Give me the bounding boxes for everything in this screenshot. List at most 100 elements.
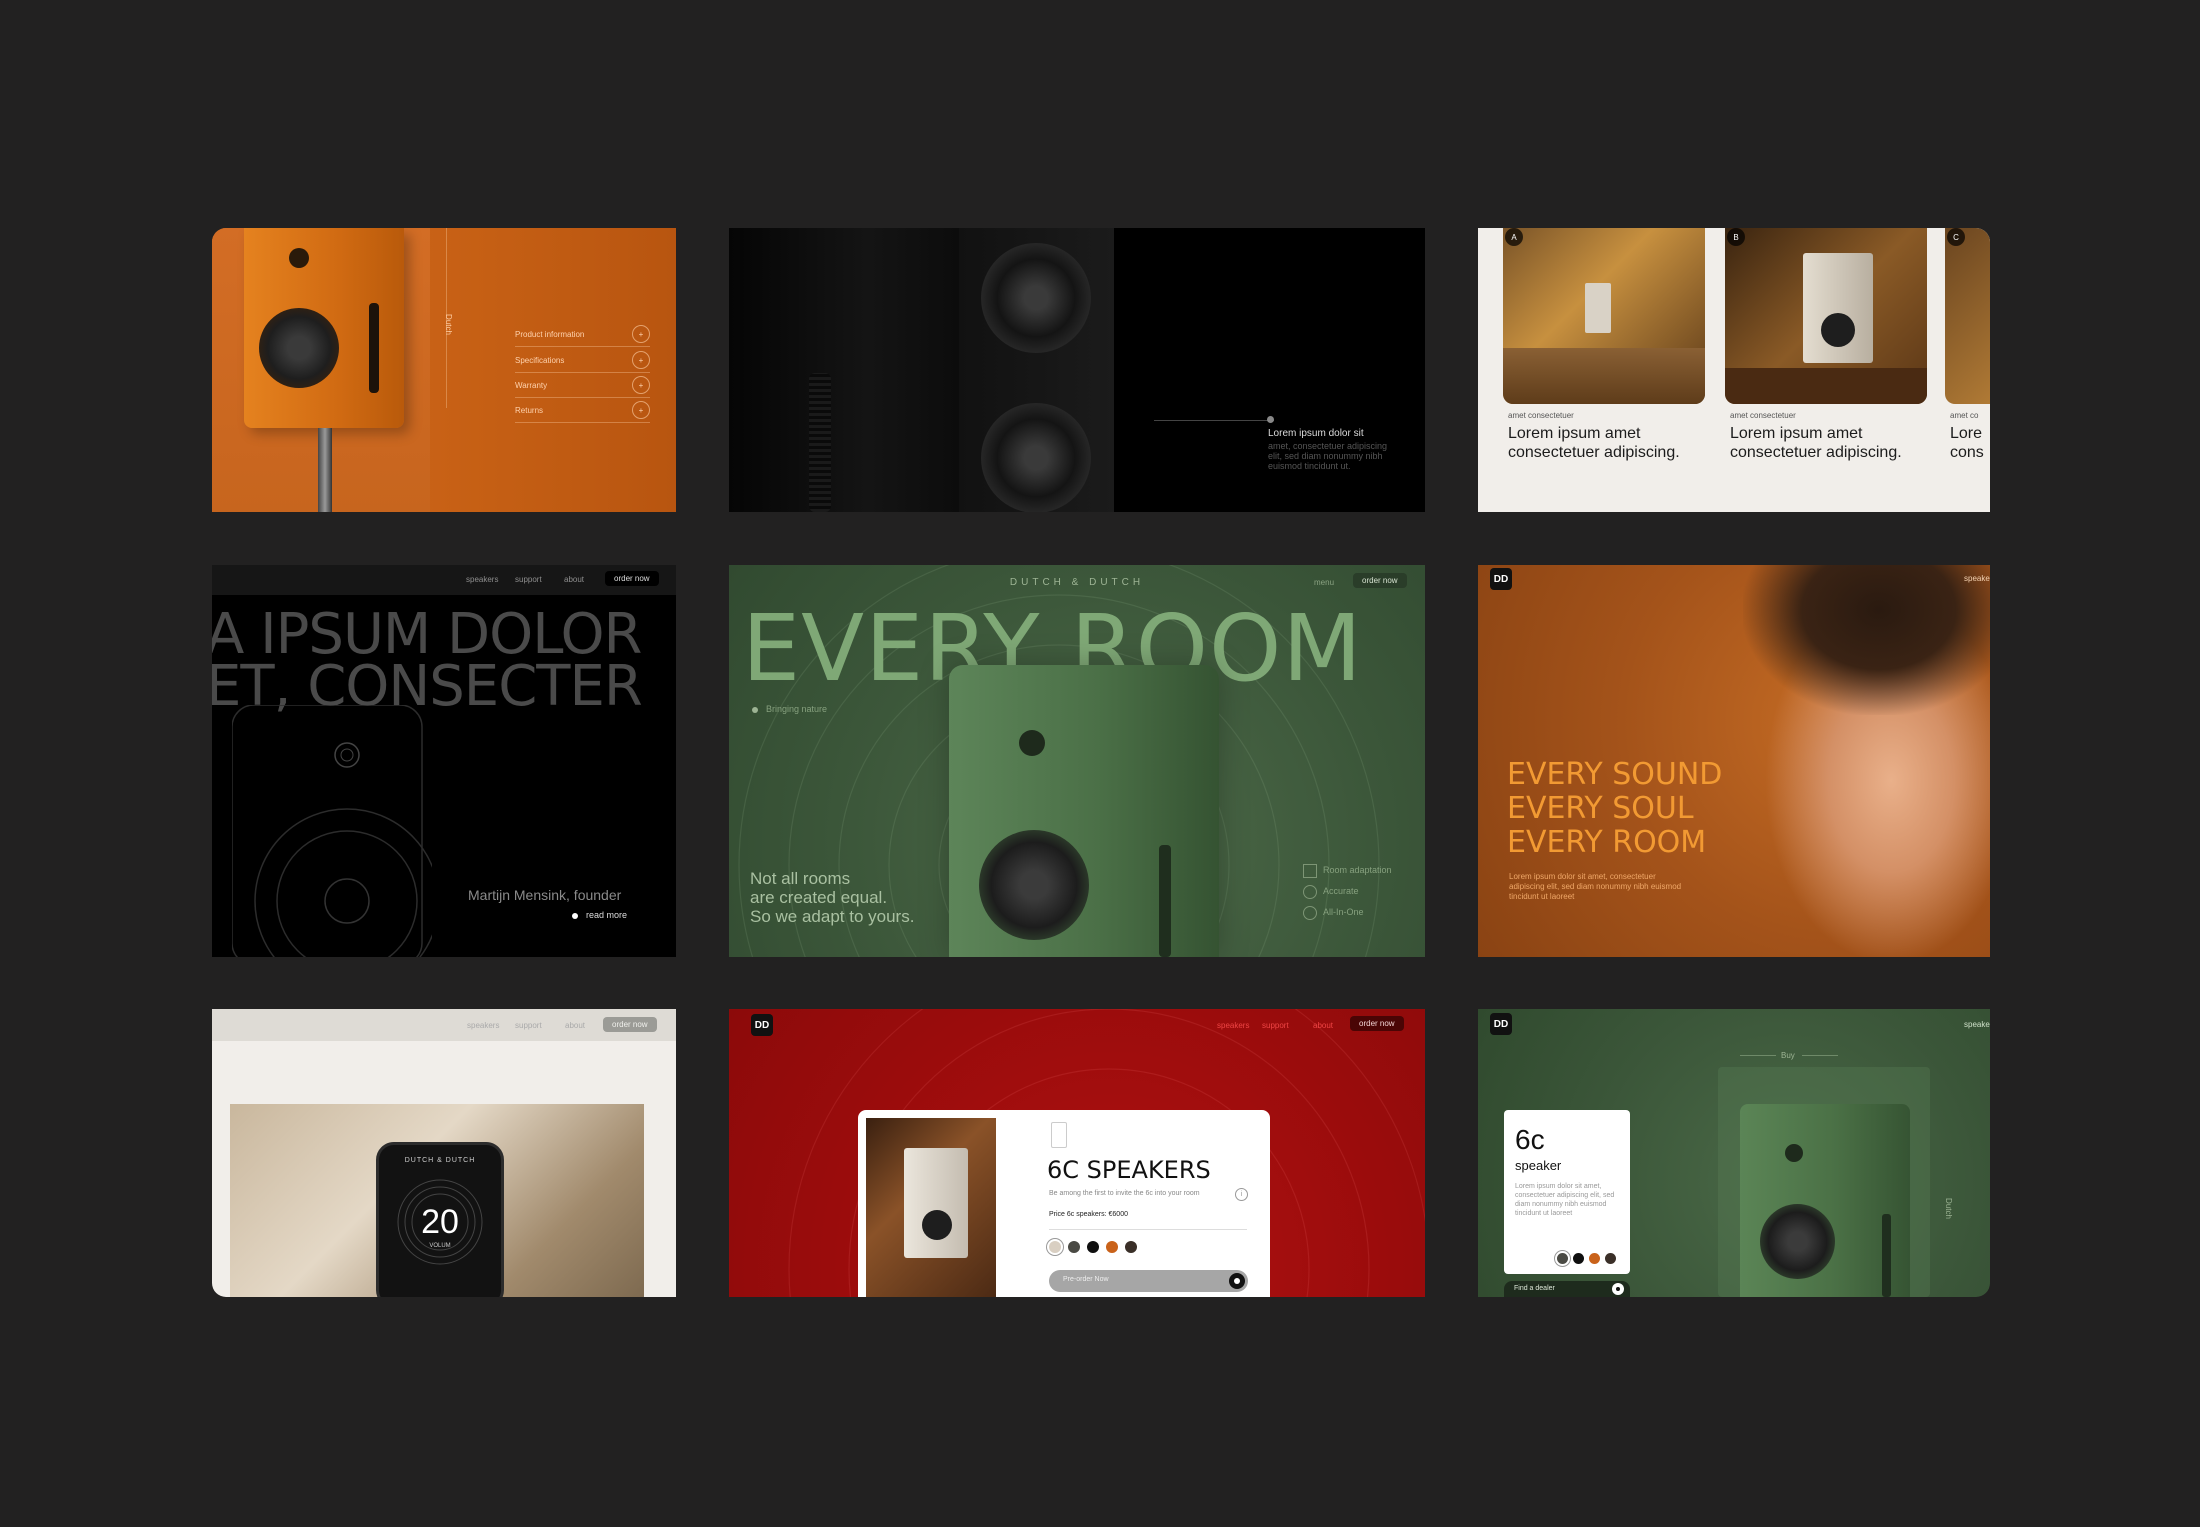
woman-portrait-image [1743, 565, 1990, 957]
order-now-button[interactable]: order now [605, 571, 659, 586]
volume-value: 20 [421, 1203, 459, 1241]
room-card-b-image[interactable] [1725, 228, 1927, 404]
room-card-label: amet consectetuer [1508, 411, 1574, 420]
tile-orange-product-menu: Dutch Product information + Specification… [212, 228, 676, 512]
color-swatch[interactable] [1068, 1241, 1080, 1253]
model-body: Lorem ipsum dolor sit amet, consectetuer… [1515, 1183, 1615, 1217]
speaker-image [1803, 253, 1873, 363]
nav-speakers[interactable]: speakers [1217, 1021, 1249, 1030]
room-card-headline: Lorem ipsum amet consectetuer adipiscing… [1730, 425, 1902, 461]
hair-image [1743, 565, 1990, 715]
room-card-c-image[interactable] [1945, 228, 1990, 404]
plus-icon[interactable]: + [632, 351, 650, 369]
nav-speakers[interactable]: speakers [466, 575, 498, 584]
tile-orange-every-sound: DD speake EVERY SOUND EVERY SOUL EVERY R… [1478, 565, 1990, 957]
speaker-image [904, 1148, 968, 1258]
plus-icon[interactable]: + [632, 325, 650, 343]
phone-image: DUTCH & DUTCH 20 VOLUM [376, 1142, 504, 1297]
room-card-a-image[interactable] [1503, 228, 1705, 404]
order-now-button[interactable]: order now [1350, 1016, 1404, 1031]
callout-title: Lorem ipsum dolor sit [1268, 428, 1364, 439]
nav-about[interactable]: about [564, 575, 584, 584]
tweeter-image [289, 248, 309, 268]
dd-logo[interactable]: DD [751, 1014, 773, 1036]
color-swatch[interactable] [1106, 1241, 1118, 1253]
menu-item-returns[interactable]: Returns + [515, 398, 650, 423]
founder-caption: Martijn Mensink, founder [468, 887, 622, 903]
woofer-image [922, 1210, 952, 1240]
nav-speakers[interactable]: speake [1964, 574, 1990, 583]
pre-order-button[interactable]: Pre-order Now [1049, 1270, 1248, 1292]
plus-icon[interactable]: + [632, 401, 650, 419]
grille-image [809, 373, 831, 512]
room-card-label: amet co [1950, 411, 1979, 420]
feature-accurate: Accurate [1323, 886, 1359, 896]
accurate-icon [1303, 885, 1317, 899]
woofer-image [1821, 313, 1855, 347]
color-swatch[interactable] [1125, 1241, 1137, 1253]
model-card: 6c speaker Lorem ipsum dolor sit amet, c… [1504, 1110, 1630, 1274]
tile-room-cards: A amet consectetuer Lorem ipsum amet con… [1478, 228, 1990, 512]
nav-menu[interactable]: menu [1314, 578, 1334, 587]
tagline-2: are created equal. [750, 888, 888, 907]
body-text: Lorem ipsum dolor sit amet, consectetuer… [1509, 872, 1682, 901]
info-icon[interactable]: i [1235, 1188, 1248, 1201]
woofer-image [259, 308, 339, 388]
driver-upper-image [981, 243, 1091, 353]
nav-about[interactable]: about [1313, 1021, 1333, 1030]
plus-icon[interactable]: + [632, 376, 650, 394]
nav-support[interactable]: support [515, 1021, 542, 1030]
dd-logo[interactable]: DD [1490, 1013, 1512, 1035]
tab-buy[interactable]: Buy [1781, 1051, 1795, 1060]
model-name: 6c [1515, 1124, 1545, 1155]
order-now-button[interactable]: order now [1353, 573, 1407, 588]
tile-dark-speaker-detail: Lorem ipsum dolor sit amet, consectetuer… [729, 228, 1425, 512]
menu-item-label: Warranty [515, 380, 548, 390]
product-title: 6C SPEAKERS [1047, 1156, 1211, 1184]
speaker-stand [318, 428, 332, 512]
color-swatch-selected[interactable] [1049, 1241, 1061, 1253]
menu-item-warranty[interactable]: Warranty + [515, 373, 650, 398]
nav-speakers[interactable]: speakers [467, 1021, 499, 1030]
speaker-side-port [369, 303, 379, 393]
color-swatch-selected[interactable] [1557, 1253, 1568, 1264]
speaker-image [1740, 1104, 1910, 1297]
nav-about[interactable]: about [565, 1021, 585, 1030]
nav-support[interactable]: support [1262, 1021, 1289, 1030]
speaker-thumbnail-icon [1051, 1122, 1067, 1148]
menu-item-label: Product information [515, 329, 585, 339]
feature-room-adaptation: Room adaptation [1323, 865, 1392, 875]
find-dealer-button[interactable]: Find a dealer [1504, 1281, 1630, 1297]
speaker-image [1585, 283, 1611, 333]
divider [1049, 1229, 1247, 1230]
speaker-side-port [1882, 1214, 1891, 1297]
tweeter-image [1785, 1144, 1803, 1162]
nav-speakers[interactable]: speake [1964, 1020, 1990, 1029]
menu-item-specifications[interactable]: Specifications + [515, 348, 650, 373]
dd-logo[interactable]: DD [1490, 568, 1512, 590]
color-swatch[interactable] [1573, 1253, 1584, 1264]
gallery-canvas: { "colors":{"background":"#222121","oran… [0, 0, 2200, 1527]
tab-line-left [1740, 1055, 1776, 1056]
woofer-image [979, 830, 1089, 940]
tile-founder: speakers support about order now A IPSUM… [212, 565, 676, 957]
read-more-link[interactable]: read more [586, 910, 627, 920]
order-now-button[interactable]: order now [603, 1017, 657, 1032]
menu-item-product-information[interactable]: Product information + [515, 322, 650, 347]
dot-icon [572, 913, 578, 919]
headline-line-3: EVERY ROOM [1507, 825, 1707, 860]
price-text: Price 6c speakers: €6000 [1049, 1211, 1128, 1218]
lifestyle-photo: DUTCH & DUTCH 20 VOLUM [230, 1104, 644, 1297]
room-adaptation-icon [1303, 864, 1317, 878]
phone-brand: DUTCH & DUTCH [404, 1157, 476, 1164]
bed-image [1503, 348, 1705, 404]
color-swatch[interactable] [1605, 1253, 1616, 1264]
color-swatch[interactable] [1087, 1241, 1099, 1253]
callout-line [1154, 420, 1274, 421]
nav-support[interactable]: support [515, 575, 542, 584]
color-swatch[interactable] [1589, 1253, 1600, 1264]
product-subtitle: Be among the first to invite the 6c into… [1049, 1190, 1200, 1197]
tab-line-right [1802, 1055, 1838, 1056]
product-photo [866, 1118, 996, 1297]
speaker-image [244, 228, 404, 428]
